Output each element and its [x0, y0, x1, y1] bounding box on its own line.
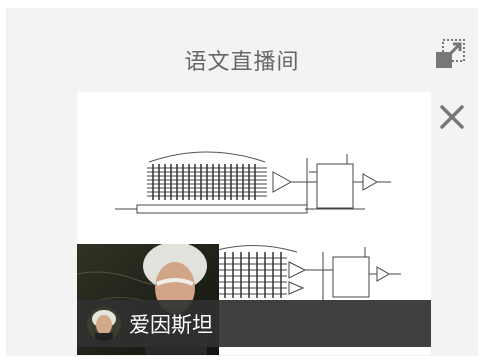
room-title: 语文直播间: [184, 50, 300, 75]
teacher-name: 爱因斯坦: [129, 313, 213, 337]
live-room-panel: 语文直播间 爱因斯坦: [6, 8, 478, 356]
close-icon[interactable]: [438, 103, 466, 131]
live-video[interactable]: 爱因斯坦: [77, 92, 431, 355]
avatar: [87, 307, 121, 341]
teacher-name-bar: 爱因斯坦: [77, 300, 431, 347]
popout-window-icon[interactable]: [434, 38, 466, 70]
